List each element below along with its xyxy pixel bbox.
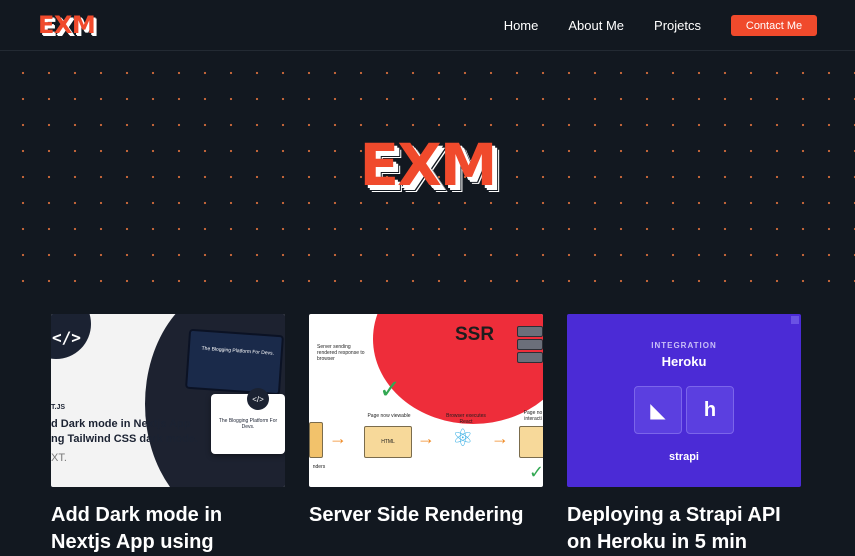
nav-link-about[interactable]: About Me xyxy=(568,16,624,36)
contact-me-button[interactable]: Contact Me xyxy=(731,15,817,36)
nav-link-projects[interactable]: Projetcs xyxy=(654,16,701,36)
card-thumbnail[interactable]: </> The Blogging Platform For Devs. The … xyxy=(51,314,285,487)
strapi-wordmark: strapi xyxy=(669,451,699,463)
screenshot-text: The Blogging Platform For Devs. xyxy=(218,418,278,430)
site-logo[interactable]: EXM xyxy=(38,12,96,38)
checkmark-icon: ✓ xyxy=(529,462,543,482)
card-thumbnail[interactable]: SSR Server sending rendered response to … xyxy=(309,314,543,487)
screenshot-text: The Blogging Platform For Devs. xyxy=(201,345,275,357)
server-icon xyxy=(517,326,543,366)
blog-card[interactable]: </> The Blogging Platform For Devs. The … xyxy=(51,314,285,556)
card-thumbnail[interactable]: INTEGRATION Heroku ◣ h strapi xyxy=(567,314,801,487)
html-box xyxy=(519,426,543,458)
thumb-small-text: T.JS xyxy=(51,404,66,411)
nav-links: Home About Me Projetcs Contact Me xyxy=(504,15,817,36)
heroku-logo-icon: h xyxy=(686,386,734,434)
integration-label: INTEGRATION xyxy=(651,341,717,350)
react-icon: ⚛ xyxy=(452,425,474,452)
blog-card[interactable]: INTEGRATION Heroku ◣ h strapi Deploying … xyxy=(567,314,801,556)
hero-logo: EXM xyxy=(359,131,497,199)
ssr-label: SSR xyxy=(455,324,495,345)
nav-link-home[interactable]: Home xyxy=(504,16,539,36)
corner-mark xyxy=(791,316,799,324)
code-badge-icon: </> xyxy=(247,388,269,410)
arrow-icon: → xyxy=(491,428,509,448)
blog-card[interactable]: SSR Server sending rendered response to … xyxy=(309,314,543,529)
card-title[interactable]: Add Dark mode in Nextjs App using xyxy=(51,502,285,556)
top-navbar: EXM Home About Me Projetcs Contact Me xyxy=(0,0,855,51)
html-box: HTML xyxy=(364,426,412,458)
card-title[interactable]: Deploying a Strapi API on Heroku in 5 mi… xyxy=(567,502,801,556)
renders-label: nders xyxy=(312,464,326,470)
heroku-label: Heroku xyxy=(661,354,707,369)
hero-section: EXM xyxy=(0,52,855,292)
html-label: HTML xyxy=(381,439,395,445)
thumb-line-1: d Dark mode in Nextjs App xyxy=(51,418,191,430)
thumb-muted-text: XT. xyxy=(51,452,67,464)
card-title[interactable]: Server Side Rendering xyxy=(309,502,543,529)
strapi-logo-icon: ◣ xyxy=(634,386,682,434)
arrow-icon: → xyxy=(329,428,347,448)
code-slash-icon: </> xyxy=(52,328,81,347)
page-interactive-label: Page no interacti xyxy=(523,410,543,422)
device-icon xyxy=(309,422,323,458)
checkmark-icon: ✓ xyxy=(379,374,401,404)
server-label: Server sending rendered response to brow… xyxy=(317,344,365,362)
screenshot-dark: The Blogging Platform For Devs. xyxy=(185,328,284,396)
thumb-line-2: ng Tailwind CSS dark mode. xyxy=(51,433,199,445)
page-viewable-label: Page now viewable xyxy=(367,413,411,419)
arrow-icon: → xyxy=(417,428,435,448)
